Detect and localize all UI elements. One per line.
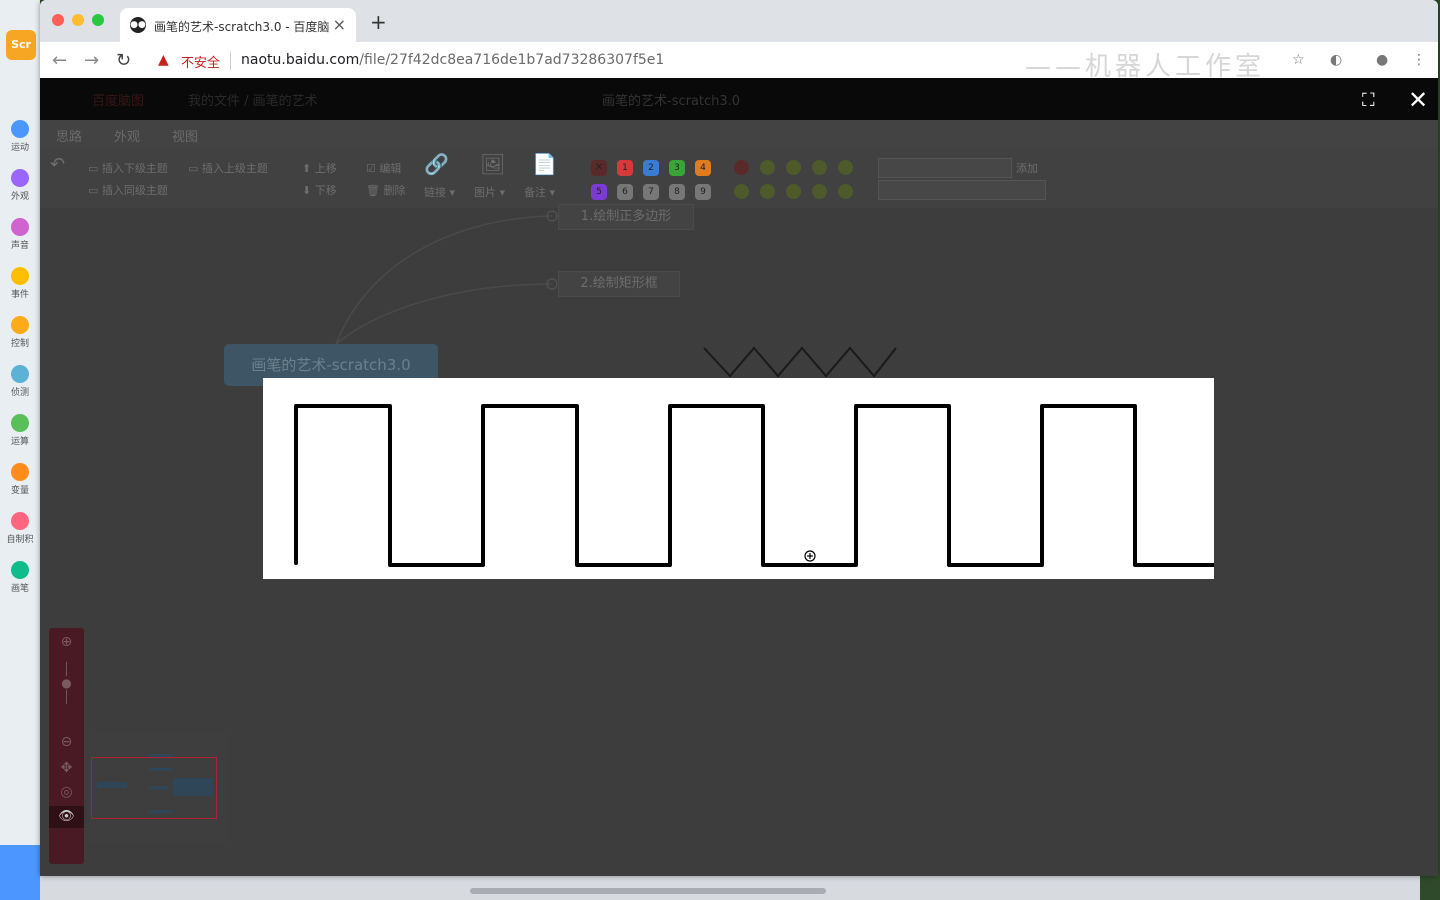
category-5[interactable]: 侦测 xyxy=(0,365,40,398)
minimap-viewport-frame[interactable] xyxy=(91,757,217,819)
url-path: /file/27f42dc8ea716de1b7ad73286307f5e1 xyxy=(359,52,665,68)
category-2[interactable]: 声音 xyxy=(0,218,40,251)
image-preview[interactable] xyxy=(263,378,1216,579)
security-label[interactable]: 不安全 xyxy=(181,52,220,71)
browser-tab[interactable]: ●● 画笔的艺术-scratch3.0 - 百度脑 × xyxy=(120,8,356,42)
locate-icon[interactable]: ◎ xyxy=(49,784,84,800)
warning-triangle-icon: ▲ xyxy=(158,52,169,68)
category-6[interactable]: 运算 xyxy=(0,414,40,447)
category-color-dot xyxy=(11,512,29,530)
bookmark-star-icon[interactable]: ☆ xyxy=(1292,52,1305,68)
category-3[interactable]: 事件 xyxy=(0,267,40,300)
mindmap-node-polygon[interactable]: 1.绘制正多边形 xyxy=(558,204,694,230)
category-label: 声音 xyxy=(10,241,29,251)
horizontal-scrollbar[interactable] xyxy=(470,888,826,894)
category-label: 外观 xyxy=(10,192,29,202)
category-label: 侦测 xyxy=(10,388,29,398)
minimize-window-button[interactable] xyxy=(72,14,84,26)
eye-icon[interactable]: 👁 xyxy=(49,806,84,828)
close-window-button[interactable] xyxy=(52,14,64,26)
address-bar: ← → ↻ ▲ 不安全 naotu.baidu.com/file/27f42dc… xyxy=(40,42,1438,82)
scratch-category-sidebar: Scr 运动外观声音事件控制侦测运算变量自制积画笔 xyxy=(0,0,40,900)
profile-avatar-icon[interactable]: ● xyxy=(1376,52,1388,68)
naotu-favicon-icon: ●● xyxy=(130,17,146,33)
url-field[interactable]: naotu.baidu.com/file/27f42dc8ea716de1b7a… xyxy=(241,52,664,68)
move-icon[interactable]: ✥ xyxy=(49,760,84,776)
category-9[interactable]: 画笔 xyxy=(0,561,40,594)
forward-arrow-icon[interactable]: → xyxy=(84,50,99,71)
category-label: 事件 xyxy=(10,290,29,300)
zoom-control: ⊕ │ ● │ ⊖ ✥ ◎ 👁 xyxy=(49,628,84,864)
category-label: 变量 xyxy=(10,486,29,496)
browser-menu-icon[interactable]: ⋮ xyxy=(1412,52,1426,68)
category-0[interactable]: 运动 xyxy=(0,120,40,153)
zoom-out-icon[interactable]: ⊖ xyxy=(49,734,84,750)
reload-icon[interactable]: ↻ xyxy=(116,50,131,71)
category-color-dot xyxy=(11,561,29,579)
category-label: 运算 xyxy=(10,437,29,447)
zoom-in-icon[interactable]: ⊕ xyxy=(49,634,84,650)
category-label: 控制 xyxy=(10,339,29,349)
category-4[interactable]: 控制 xyxy=(0,316,40,349)
extension-icon[interactable]: ◐ xyxy=(1330,52,1342,68)
category-color-dot xyxy=(11,463,29,481)
category-color-dot xyxy=(11,169,29,187)
extension-button[interactable] xyxy=(0,845,40,900)
category-7[interactable]: 变量 xyxy=(0,463,40,496)
category-color-dot xyxy=(11,316,29,334)
category-label: 画笔 xyxy=(10,584,29,594)
category-label: 自制积 xyxy=(6,535,34,545)
tab-close-icon[interactable]: × xyxy=(333,15,346,34)
category-label: 运动 xyxy=(10,143,29,153)
mindmap-node-rectangle[interactable]: 2.绘制矩形框 xyxy=(558,271,680,297)
new-tab-button[interactable]: + xyxy=(370,10,387,34)
scratch-bottom-area xyxy=(40,876,1420,900)
category-color-dot xyxy=(11,414,29,432)
back-arrow-icon[interactable]: ← xyxy=(52,50,67,71)
category-8[interactable]: 自制积 xyxy=(0,512,40,545)
zoom-slider[interactable]: │ ● │ xyxy=(49,662,84,704)
category-color-dot xyxy=(11,120,29,138)
minimap[interactable] xyxy=(89,734,229,844)
url-host: naotu.baidu.com xyxy=(241,52,360,68)
scratch-logo: Scr xyxy=(6,30,36,60)
category-color-dot xyxy=(11,218,29,236)
tab-title: 画笔的艺术-scratch3.0 - 百度脑 xyxy=(154,20,330,34)
tab-bar: ●● 画笔的艺术-scratch3.0 - 百度脑 × + xyxy=(40,0,1438,42)
category-1[interactable]: 外观 xyxy=(0,169,40,202)
maximize-window-button[interactable] xyxy=(92,14,104,26)
square-wave-drawing xyxy=(294,404,1216,567)
category-color-dot xyxy=(11,267,29,285)
address-separator xyxy=(230,52,231,70)
category-color-dot xyxy=(11,365,29,383)
